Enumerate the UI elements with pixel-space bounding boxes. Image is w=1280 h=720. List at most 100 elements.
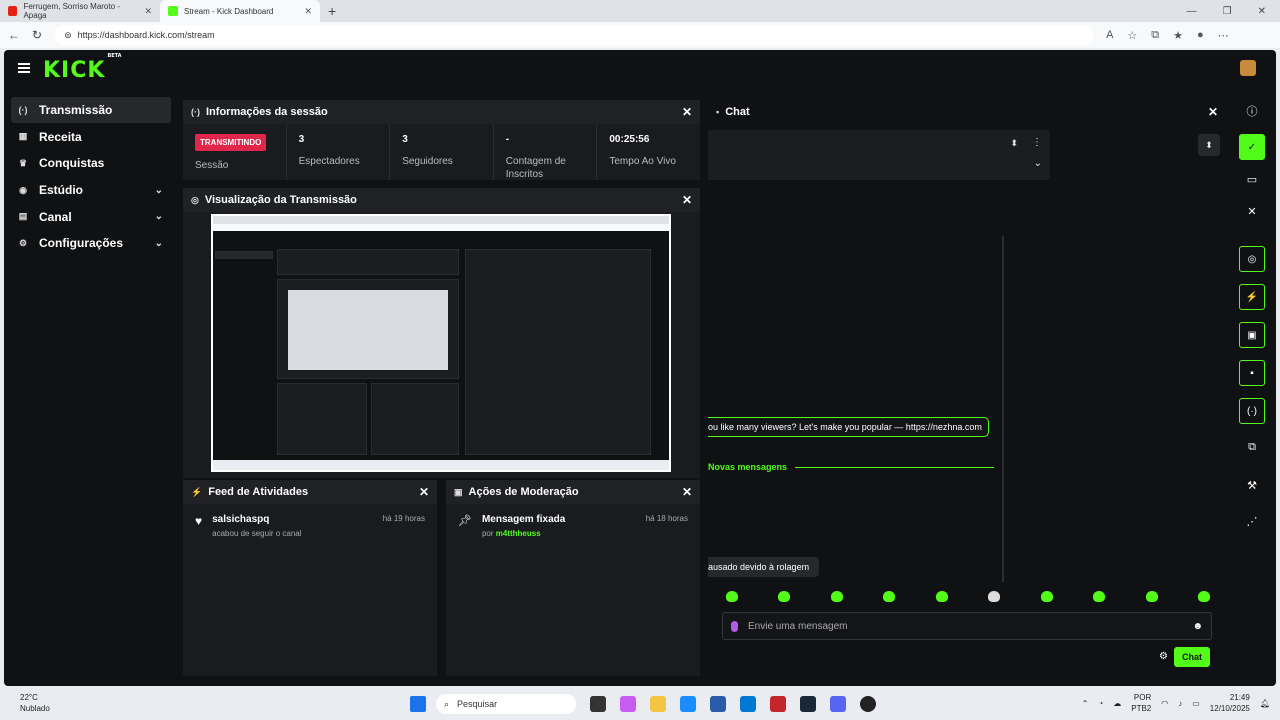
sidebar-item-configuracoes[interactable]: ⚙ Configurações ⌄ <box>11 230 171 256</box>
moderator-name[interactable]: m4tthheuss <box>496 529 541 538</box>
network-icon[interactable]: ◔ <box>1098 699 1103 708</box>
chat-paused-notice[interactable]: ausado devido à rolagem <box>708 557 820 577</box>
taskbar-search[interactable]: ⌕ Pesquisar <box>436 694 576 714</box>
read-aloud-icon[interactable]: A <box>1106 29 1113 42</box>
sidebar-item-estudio[interactable]: ◉ Estúdio ⌄ <box>11 177 171 203</box>
steam-icon[interactable] <box>800 696 816 712</box>
keyboard-layout[interactable]: POR PTB2 <box>1131 692 1151 714</box>
session-toggle-icon[interactable]: (·) <box>1239 398 1265 424</box>
stream-preview-video[interactable] <box>211 214 671 472</box>
task-view-icon[interactable] <box>590 696 606 712</box>
windows-start-icon[interactable] <box>410 696 426 712</box>
stat-value: 00:25:56 <box>609 134 650 145</box>
close-icon[interactable]: ✕ <box>682 105 692 119</box>
discord-icon[interactable] <box>830 696 846 712</box>
cloud-icon[interactable]: ☁ <box>1113 699 1121 708</box>
widgets-icon[interactable]: ⧉ <box>1239 434 1265 460</box>
activity-user[interactable]: salsichaspq <box>212 514 301 525</box>
eye-icon: ◎ <box>191 194 199 205</box>
scrollbar[interactable] <box>1002 236 1004 582</box>
close-icon[interactable]: ✕ <box>682 193 692 207</box>
close-window-icon[interactable]: ✕ <box>1258 6 1266 17</box>
close-icon[interactable]: ✕ <box>419 485 429 499</box>
more-options-icon[interactable]: ⋮ <box>1032 137 1042 148</box>
browser-tab-youtube[interactable]: Ferrugem, Sorriso Maroto - Apaga ✕ <box>0 0 160 22</box>
store-icon[interactable] <box>710 696 726 712</box>
moderation-toggle-icon[interactable]: ▣ <box>1239 322 1265 348</box>
emote-icon[interactable] <box>1093 591 1106 602</box>
confirm-layout-button[interactable]: ✓ <box>1239 134 1265 160</box>
close-icon[interactable]: ✕ <box>1208 105 1218 119</box>
emoji-icon[interactable]: ☻ <box>1192 621 1203 632</box>
obs-icon[interactable] <box>860 696 876 712</box>
profile-icon[interactable]: ● <box>1197 29 1204 42</box>
tray-expand-icon[interactable]: ⌃ <box>1082 699 1089 708</box>
close-icon[interactable]: ✕ <box>682 485 692 499</box>
favorite-icon[interactable]: ☆ <box>1127 29 1137 42</box>
stat-subscribers: - Contagem de Inscritos <box>494 124 598 180</box>
chevron-down-icon[interactable]: ⌄ <box>1034 158 1042 169</box>
emote-icon[interactable] <box>1197 591 1210 602</box>
notification-bell-icon[interactable]: 🔔︎ <box>1260 699 1270 708</box>
close-icon[interactable]: ✕ <box>304 6 312 17</box>
url-field[interactable]: ⊜ https://dashboard.kick.com/stream <box>54 25 1095 45</box>
preview-toggle-icon[interactable]: ◎ <box>1239 246 1265 272</box>
chat-toggle-icon[interactable]: ▪ <box>1239 360 1265 386</box>
temperature: 22°C <box>20 693 38 702</box>
collections-icon[interactable]: ★ <box>1173 29 1183 42</box>
emote-icon[interactable] <box>830 591 843 602</box>
layout-icon[interactable]: ▭ <box>1239 166 1265 192</box>
close-layout-icon[interactable]: ✕ <box>1239 198 1265 224</box>
pinned-message[interactable]: ⬍ ⋮ ⌄ <box>708 130 1050 180</box>
wrench-icon[interactable]: ⚒ <box>1239 472 1265 498</box>
close-icon[interactable]: ✕ <box>144 6 152 17</box>
emote-icon[interactable] <box>935 591 948 602</box>
new-tab-icon[interactable]: + <box>320 3 344 19</box>
browser-tab-kick[interactable]: Stream - Kick Dashboard ✕ <box>160 0 320 22</box>
chat-send-button[interactable]: Chat <box>1174 647 1210 667</box>
chat-settings-icon[interactable]: ⚙ <box>1159 651 1168 662</box>
volume-icon[interactable]: ♪ <box>1178 699 1182 708</box>
battery-icon[interactable]: ▭ <box>1192 699 1200 708</box>
edge-icon[interactable] <box>680 696 696 712</box>
sidebar-item-receita[interactable]: ▦ Receita <box>11 124 171 150</box>
kick-logo[interactable]: KICKBETA <box>43 53 122 83</box>
sidebar-item-canal[interactable]: ▤ Canal ⌄ <box>11 204 171 230</box>
chat-input[interactable]: Envie uma mensagem ☻ <box>722 612 1212 640</box>
pin-icon[interactable]: ⬍ <box>1010 138 1018 149</box>
emote-icon[interactable] <box>778 591 791 602</box>
emote-icon[interactable] <box>883 591 896 602</box>
clock[interactable]: 21:49 12/10/2025 <box>1210 692 1250 714</box>
emote-icon[interactable] <box>988 591 1001 602</box>
activity-toggle-icon[interactable]: ⚡ <box>1239 284 1265 310</box>
weather-widget[interactable]: 22°C Nublado <box>20 692 50 714</box>
minimize-icon[interactable]: — <box>1187 6 1197 17</box>
emote-icon[interactable] <box>1040 591 1053 602</box>
extensions-icon[interactable]: ⧉ <box>1151 29 1159 42</box>
hamburger-menu-icon[interactable] <box>18 63 30 73</box>
stream-preview-panel: ◎ Visualização da Transmissão ✕ <box>183 188 700 478</box>
site-info-icon[interactable]: ⊜ <box>64 30 72 41</box>
panel-header: ▪ Chat ✕ <box>708 100 1226 124</box>
wifi-icon[interactable]: ◠ <box>1161 699 1168 708</box>
emote-icon[interactable] <box>726 591 738 602</box>
maximize-icon[interactable]: ❐ <box>1223 6 1232 17</box>
microphone-icon[interactable] <box>731 620 738 632</box>
menu-icon[interactable]: ⋯ <box>1218 29 1229 42</box>
emote-icon[interactable] <box>1145 591 1158 602</box>
pin-icon[interactable]: ⬍ <box>1198 134 1220 156</box>
app-icon[interactable] <box>770 696 786 712</box>
info-icon[interactable]: ⓘ <box>1239 98 1265 124</box>
file-explorer-icon[interactable] <box>650 696 666 712</box>
sidebar-item-conquistas[interactable]: ♛ Conquistas <box>11 150 171 176</box>
copilot-icon[interactable] <box>620 696 636 712</box>
outlook-icon[interactable] <box>740 696 756 712</box>
sidebar-item-transmissao[interactable]: (·) Transmissão <box>11 97 171 123</box>
share-icon[interactable]: ⋰ <box>1239 508 1265 534</box>
reload-icon[interactable]: ↻ <box>32 28 42 42</box>
user-avatar[interactable] <box>1240 60 1256 76</box>
preview-feed <box>277 383 367 455</box>
stat-label: Espectadores <box>298 156 360 167</box>
moderation-action: Mensagem fixada <box>481 514 566 525</box>
back-icon[interactable]: ← <box>8 28 20 42</box>
